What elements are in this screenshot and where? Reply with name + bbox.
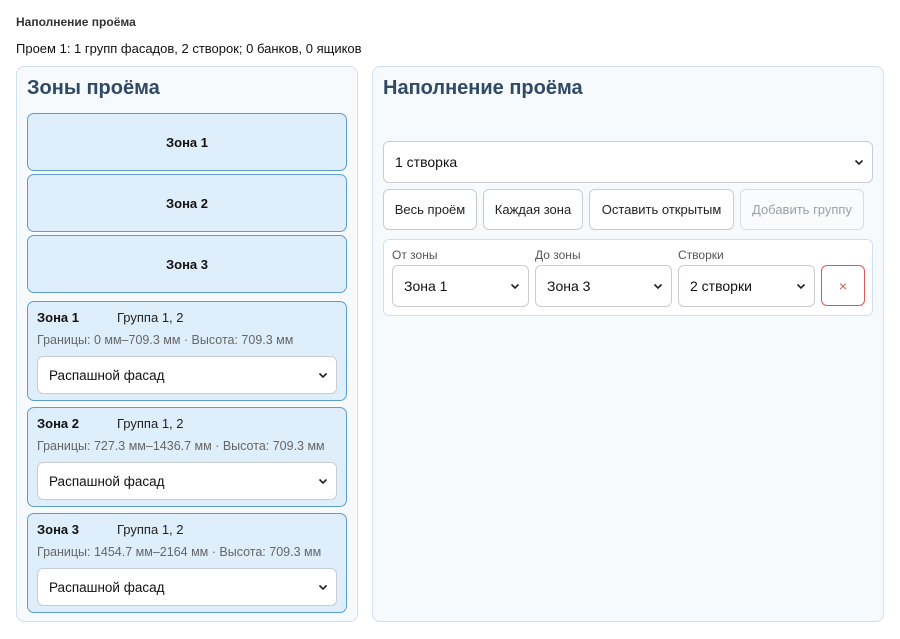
zone-card-group: Группа 1, 2 bbox=[117, 416, 184, 431]
facade-type-select[interactable]: Распашной фасад bbox=[37, 568, 337, 606]
fill-panel-title: Наполнение проёма bbox=[383, 77, 583, 99]
zones-panel-title: Зоны проёма bbox=[27, 77, 160, 99]
opening-summary: Проем 1: 1 групп фасадов, 2 створок; 0 б… bbox=[16, 41, 362, 56]
whole-opening-button[interactable]: Весь проём bbox=[383, 189, 477, 230]
chevron-down-icon bbox=[854, 159, 864, 166]
chevron-down-icon bbox=[318, 584, 328, 591]
from-zone-select[interactable]: Зона 1 bbox=[392, 265, 529, 307]
chevron-down-icon bbox=[796, 283, 806, 290]
zone-card-bounds: Границы: 0 мм–709.3 мм · Высота: 709.3 м… bbox=[37, 333, 294, 347]
chevron-down-icon bbox=[318, 478, 328, 485]
leaves-label: Створки bbox=[678, 248, 724, 262]
chevron-down-icon bbox=[318, 372, 328, 379]
add-group-button[interactable]: Добавить группу bbox=[740, 189, 864, 230]
leaf-count-value: 1 створка bbox=[395, 154, 458, 170]
zone-card-name: Зона 1 bbox=[37, 310, 80, 325]
close-icon: × bbox=[838, 277, 848, 294]
chevron-down-icon bbox=[510, 283, 520, 290]
zones-panel: Зоны проёма Зона 1 Зона 2 Зона 3 Зона 1 … bbox=[16, 66, 358, 622]
zone-card-group: Группа 1, 2 bbox=[117, 310, 184, 325]
page-heading: Наполнение проёма bbox=[16, 15, 136, 29]
zone-card-bounds: Границы: 1454.7 мм–2164 мм · Высота: 709… bbox=[37, 545, 322, 559]
zone-card-2: Зона 2 Группа 1, 2 Границы: 727.3 мм–143… bbox=[27, 407, 347, 507]
zone-card-3: Зона 3 Группа 1, 2 Границы: 1454.7 мм–21… bbox=[27, 513, 347, 613]
zone-button-2[interactable]: Зона 2 bbox=[27, 174, 347, 232]
zone-card-name: Зона 2 bbox=[37, 416, 80, 431]
from-zone-label: От зоны bbox=[392, 248, 438, 262]
to-zone-value: Зона 3 bbox=[547, 278, 591, 294]
leaves-select[interactable]: 2 створки bbox=[678, 265, 815, 307]
facade-type-select[interactable]: Распашной фасад bbox=[37, 462, 337, 500]
each-zone-button[interactable]: Каждая зона bbox=[483, 189, 583, 230]
zone-card-group: Группа 1, 2 bbox=[117, 522, 184, 537]
zone-button-3[interactable]: Зона 3 bbox=[27, 235, 347, 293]
facade-type-select[interactable]: Распашной фасад bbox=[37, 356, 337, 394]
from-zone-value: Зона 1 bbox=[404, 278, 448, 294]
leave-open-button[interactable]: Оставить открытым bbox=[589, 189, 734, 230]
chevron-down-icon bbox=[653, 283, 663, 290]
leaves-value: 2 створки bbox=[690, 278, 752, 294]
zone-card-name: Зона 3 bbox=[37, 522, 80, 537]
zone-card-1: Зона 1 Группа 1, 2 Границы: 0 мм–709.3 м… bbox=[27, 301, 347, 401]
zone-card-bounds: Границы: 727.3 мм–1436.7 мм · Высота: 70… bbox=[37, 439, 325, 453]
facade-group-row: От зоны До зоны Створки Зона 1 Зона 3 2 … bbox=[383, 239, 873, 316]
facade-type-value: Распашной фасад bbox=[49, 367, 165, 383]
leaf-count-select[interactable]: 1 створка bbox=[383, 141, 873, 183]
facade-type-value: Распашной фасад bbox=[49, 579, 165, 595]
facade-type-value: Распашной фасад bbox=[49, 473, 165, 489]
to-zone-select[interactable]: Зона 3 bbox=[535, 265, 672, 307]
delete-group-button[interactable]: × bbox=[821, 265, 865, 306]
fill-panel: Наполнение проёма 1 створка Весь проём К… bbox=[372, 66, 884, 622]
zone-button-1[interactable]: Зона 1 bbox=[27, 113, 347, 171]
to-zone-label: До зоны bbox=[535, 248, 581, 262]
